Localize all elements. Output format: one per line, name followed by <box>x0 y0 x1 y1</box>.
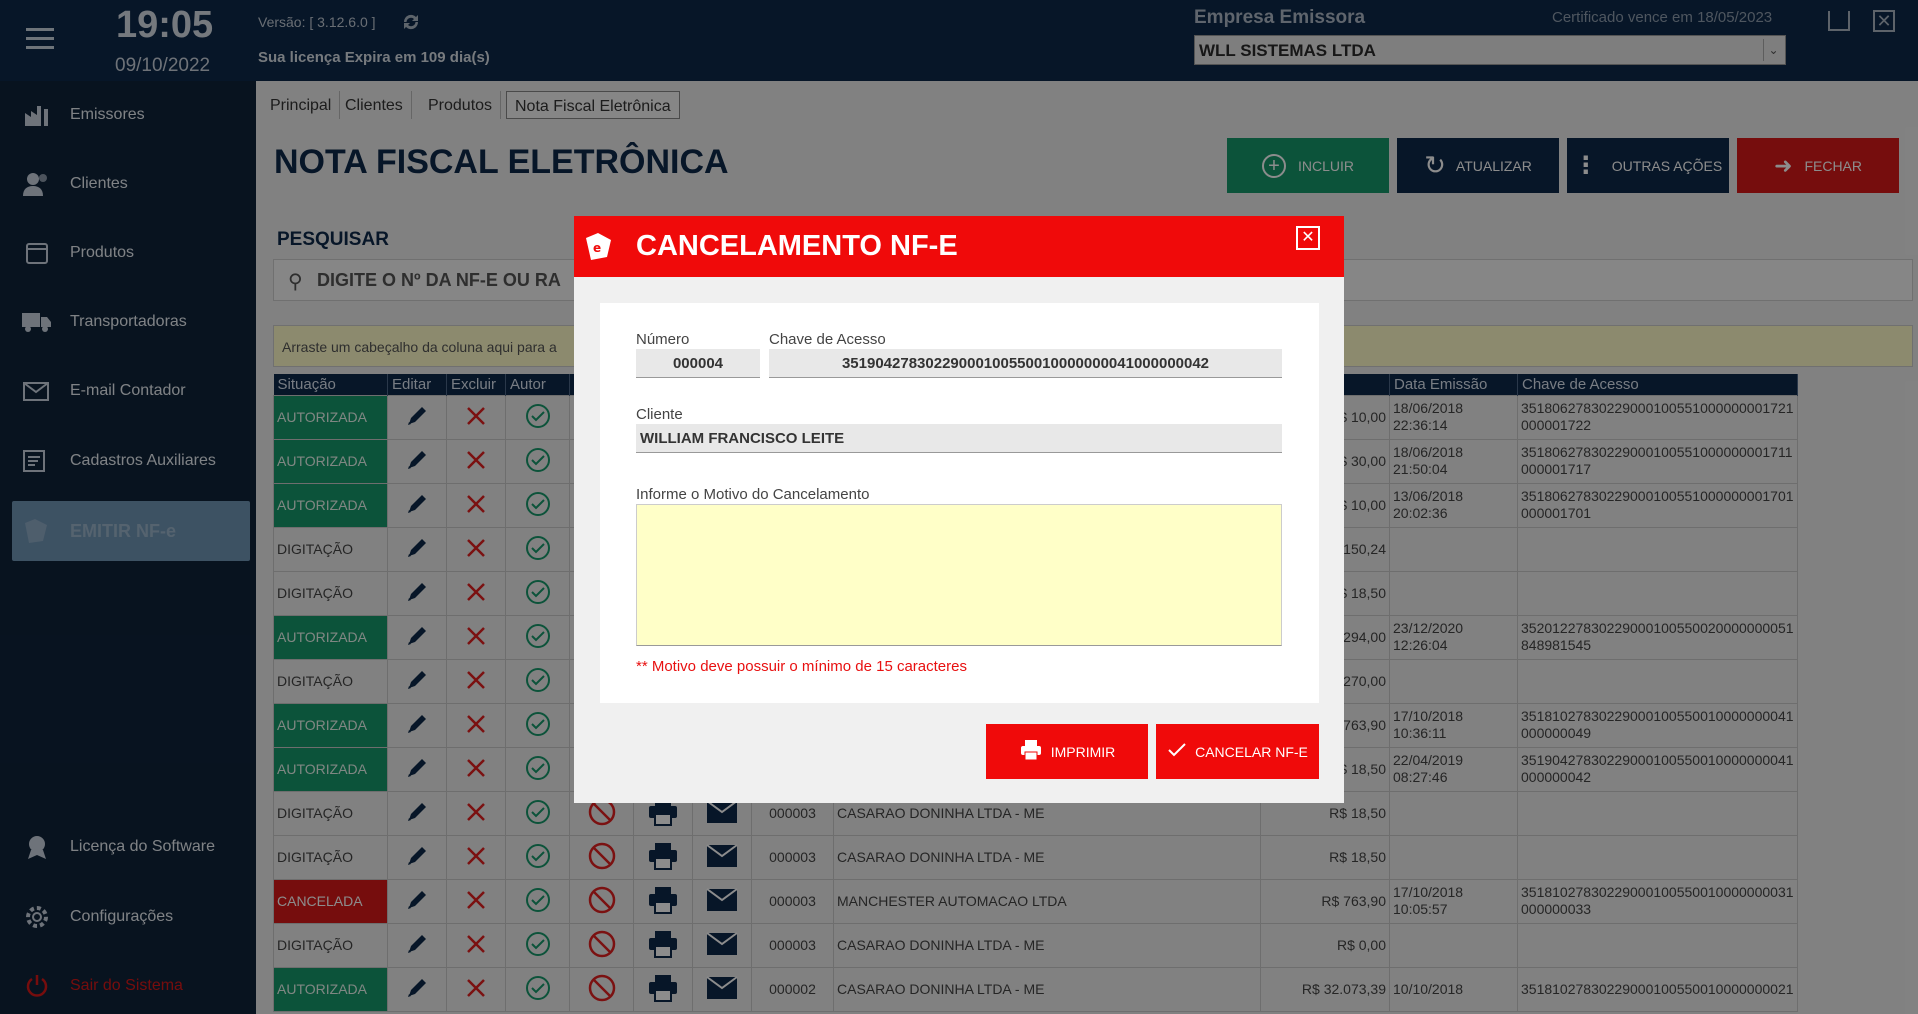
dialog-card: Número 000004 Chave de Acesso 3519042783… <box>600 303 1319 703</box>
cancel-nfe-dialog: e CANCELAMENTO NF-E ✕ Número 000004 Chav… <box>574 216 1344 803</box>
motivo-textarea[interactable] <box>636 504 1282 646</box>
close-icon[interactable]: ✕ <box>1296 226 1320 250</box>
dialog-title: CANCELAMENTO NF-E <box>636 230 958 262</box>
nfe-logo-icon: e <box>582 230 614 262</box>
imprimir-button[interactable]: IMPRIMIR <box>986 724 1148 779</box>
chave-field[interactable]: 3519042783022900010055001000000004100000… <box>769 349 1282 378</box>
motivo-label: Informe o Motivo do Cancelamento <box>636 486 870 503</box>
svg-text:e: e <box>593 241 601 255</box>
numero-field[interactable]: 000004 <box>636 349 760 378</box>
imprimir-label: IMPRIMIR <box>1050 743 1116 760</box>
dialog-header: e CANCELAMENTO NF-E ✕ <box>574 216 1344 277</box>
cancelar-label: CANCELAR NF-E <box>1195 743 1308 760</box>
check-icon <box>1167 742 1187 761</box>
printer-icon <box>1019 738 1043 765</box>
motivo-warning: ** Motivo deve possuir o mínimo de 15 ca… <box>636 658 967 675</box>
cancelar-nfe-button[interactable]: CANCELAR NF-E <box>1156 724 1319 779</box>
chave-label: Chave de Acesso <box>769 331 886 348</box>
numero-label: Número <box>636 331 690 348</box>
cliente-field[interactable]: WILLIAM FRANCISCO LEITE <box>636 424 1282 453</box>
cliente-label: Cliente <box>636 406 683 423</box>
